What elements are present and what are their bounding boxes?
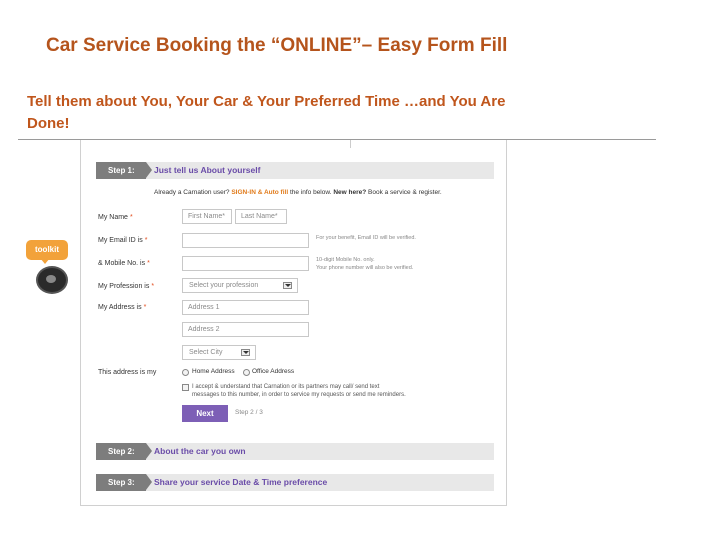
- email-field[interactable]: [182, 233, 309, 248]
- consent-text: I accept & understand that Carnation or …: [192, 383, 406, 399]
- step-1-title: Just tell us About yourself: [154, 165, 261, 175]
- toolkit-bubble-tail: [40, 258, 50, 264]
- step-2-title: About the car you own: [154, 446, 246, 456]
- step-3-label: Step 3:: [96, 474, 152, 491]
- city-select-value: Select City: [189, 349, 223, 356]
- book-register-text: Book a service & register.: [368, 189, 442, 196]
- signin-autofill-link[interactable]: SIGN-IN & Auto fill: [231, 189, 288, 196]
- required-mark: *: [144, 237, 148, 244]
- step-3-title: Share your service Date & Time preferenc…: [154, 477, 328, 487]
- address-2-field[interactable]: Address 2: [182, 322, 309, 337]
- step-2-header[interactable]: Step 2: About the car you own: [96, 443, 494, 460]
- profession-label: My Profession is *: [98, 283, 155, 290]
- frame-mark: [350, 140, 351, 148]
- consent-line-1: I accept & understand that Carnation or …: [192, 384, 380, 390]
- name-label: My Name *: [98, 214, 133, 221]
- step-2-label: Step 2:: [96, 443, 152, 460]
- toolkit-logo: toolkit: [26, 240, 70, 296]
- office-address-radio[interactable]: [243, 369, 250, 376]
- home-address-label: Home Address: [192, 368, 235, 375]
- next-button[interactable]: Next: [182, 405, 228, 422]
- consent-line-2: messages to this number, in order to ser…: [192, 392, 406, 398]
- required-mark: *: [129, 214, 133, 221]
- slide-title: Car Service Booking the “ONLINE”– Easy F…: [46, 35, 508, 56]
- address-1-field[interactable]: Address 1: [182, 300, 309, 315]
- toolkit-label: toolkit: [26, 240, 68, 260]
- first-name-field[interactable]: First Name*: [182, 209, 232, 224]
- step-count: Step 2 / 3: [235, 409, 263, 416]
- profession-select[interactable]: Select your profession: [182, 278, 298, 293]
- info-below-text: the info below.: [289, 189, 332, 196]
- address-label: My Address is *: [98, 304, 147, 311]
- chevron-down-icon: [283, 282, 292, 289]
- email-label: My Email ID is *: [98, 237, 148, 244]
- city-select[interactable]: Select City: [182, 345, 256, 360]
- chevron-down-icon: [241, 349, 250, 356]
- step-1-label: Step 1:: [96, 162, 152, 179]
- new-here-text: New here?: [333, 189, 367, 196]
- slide-subtitle: Tell them about You, Your Car & Your Pre…: [27, 93, 506, 132]
- step-1-header[interactable]: Step 1: Just tell us About yourself: [96, 162, 494, 179]
- already-user-text: Already a Carnation user?: [154, 189, 230, 196]
- mobile-hint-line-2: Your phone number will also be verified.: [316, 265, 414, 271]
- required-mark: *: [143, 304, 147, 311]
- consent-checkbox[interactable]: [182, 384, 189, 391]
- last-name-field[interactable]: Last Name*: [235, 209, 287, 224]
- email-hint: For your benefit, Email ID will be verif…: [316, 235, 416, 241]
- mobile-hint-line-1: 10-digit Mobile No. only.: [316, 257, 375, 263]
- address-type-label: This address is my: [98, 369, 157, 376]
- required-mark: *: [151, 283, 155, 290]
- home-address-radio[interactable]: [182, 369, 189, 376]
- step-3-header[interactable]: Step 3: Share your service Date & Time p…: [96, 474, 494, 491]
- mobile-label: & Mobile No. is *: [98, 260, 150, 267]
- office-address-label: Office Address: [252, 368, 295, 375]
- profession-select-value: Select your profession: [189, 282, 259, 289]
- required-mark: *: [147, 260, 150, 267]
- steering-wheel-icon: [36, 266, 68, 294]
- mobile-field[interactable]: [182, 256, 309, 271]
- signin-prompt: Already a Carnation user? SIGN-IN & Auto…: [154, 189, 442, 196]
